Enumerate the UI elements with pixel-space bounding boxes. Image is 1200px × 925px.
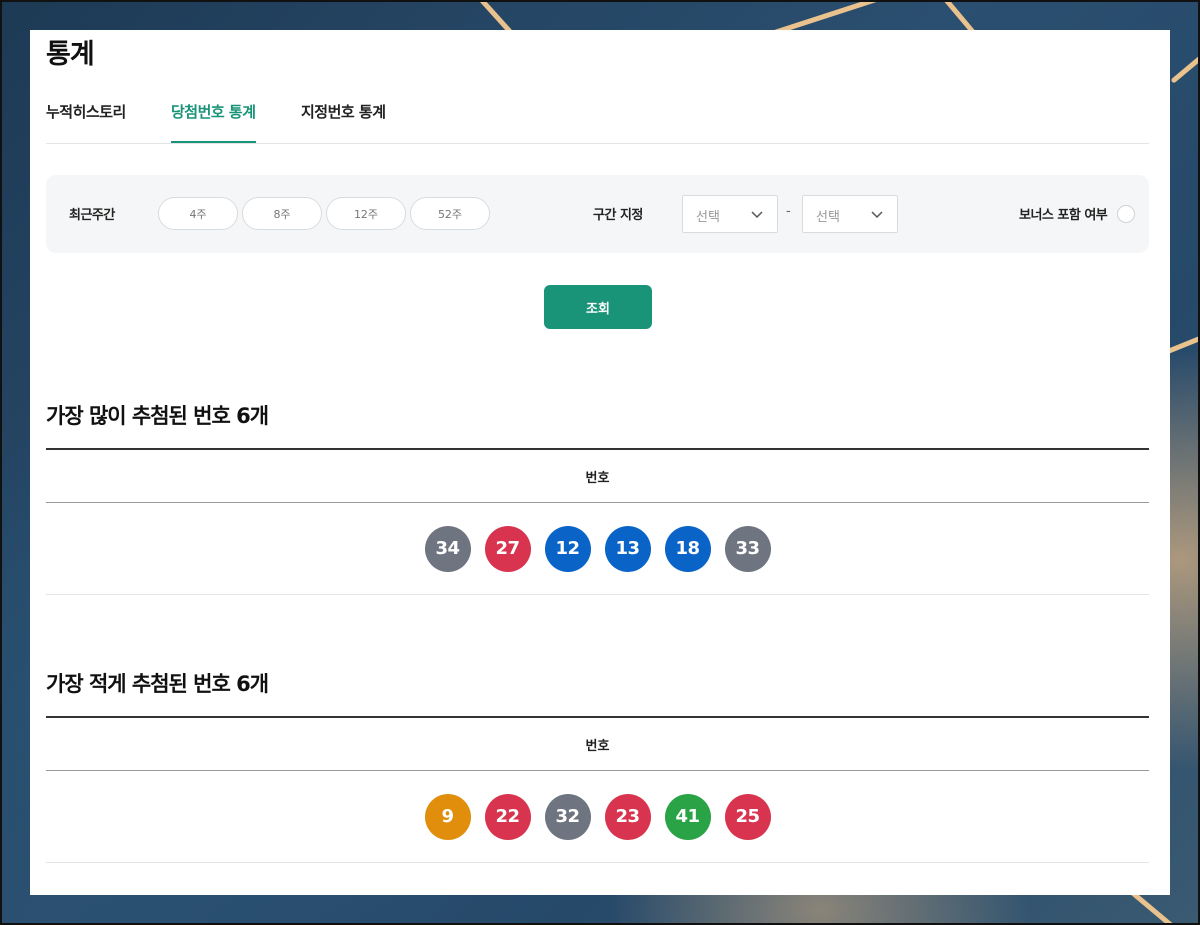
search-button[interactable]: 조회 (544, 285, 652, 329)
chevron-down-icon (751, 211, 763, 219)
period-button-4w[interactable]: 4주 (158, 197, 238, 230)
background-streak (1170, 41, 1200, 84)
range-label: 구간 지정 (593, 208, 643, 223)
range-end-select[interactable]: 선택 (802, 195, 898, 233)
tab-bar: 누적히스토리 당첨번호 통계 지정번호 통계 (46, 93, 1149, 144)
chevron-down-icon (871, 211, 883, 219)
statistics-card: 통계 누적히스토리 당첨번호 통계 지정번호 통계 최근주간 4주 8주 12주… (30, 30, 1170, 895)
number-ball: 9 (424, 793, 471, 840)
number-ball: 41 (664, 793, 711, 840)
least-drawn-numbers: 9 22 32 23 41 25 (46, 771, 1149, 863)
recent-weeks-label: 최근주간 (69, 208, 115, 223)
number-ball: 33 (724, 525, 771, 572)
tab-designated-number-stats[interactable]: 지정번호 통계 (301, 101, 386, 143)
number-ball: 23 (604, 793, 651, 840)
tab-cumulative-history[interactable]: 누적히스토리 (46, 101, 126, 143)
number-ball: 34 (424, 525, 471, 572)
period-button-8w[interactable]: 8주 (242, 197, 322, 230)
least-drawn-table: 번호 9 22 32 23 41 25 (46, 716, 1149, 863)
filter-panel: 최근주간 4주 8주 12주 52주 구간 지정 선택 - 선택 보너스 포함 … (46, 175, 1149, 253)
page-title: 통계 (46, 39, 95, 70)
number-ball: 25 (724, 793, 771, 840)
most-drawn-numbers: 34 27 12 13 18 33 (46, 503, 1149, 595)
period-button-12w[interactable]: 12주 (326, 197, 406, 230)
tab-winning-number-stats[interactable]: 당첨번호 통계 (171, 101, 256, 143)
range-start-value: 선택 (696, 210, 720, 225)
number-ball: 32 (544, 793, 591, 840)
number-ball: 13 (604, 525, 651, 572)
most-drawn-title: 가장 많이 추첨된 번호 6개 (46, 404, 269, 428)
number-ball: 12 (544, 525, 591, 572)
number-ball: 22 (484, 793, 531, 840)
range-end-value: 선택 (816, 210, 840, 225)
period-button-52w[interactable]: 52주 (410, 197, 490, 230)
range-separator: - (786, 204, 791, 219)
number-column-header: 번호 (46, 448, 1149, 503)
number-ball: 27 (484, 525, 531, 572)
range-start-select[interactable]: 선택 (682, 195, 778, 233)
bonus-include-radio[interactable] (1117, 205, 1135, 223)
least-drawn-title: 가장 적게 추첨된 번호 6개 (46, 672, 269, 696)
number-column-header: 번호 (46, 716, 1149, 771)
most-drawn-table: 번호 34 27 12 13 18 33 (46, 448, 1149, 595)
number-ball: 18 (664, 525, 711, 572)
bonus-include-label: 보너스 포함 여부 (1019, 208, 1108, 223)
